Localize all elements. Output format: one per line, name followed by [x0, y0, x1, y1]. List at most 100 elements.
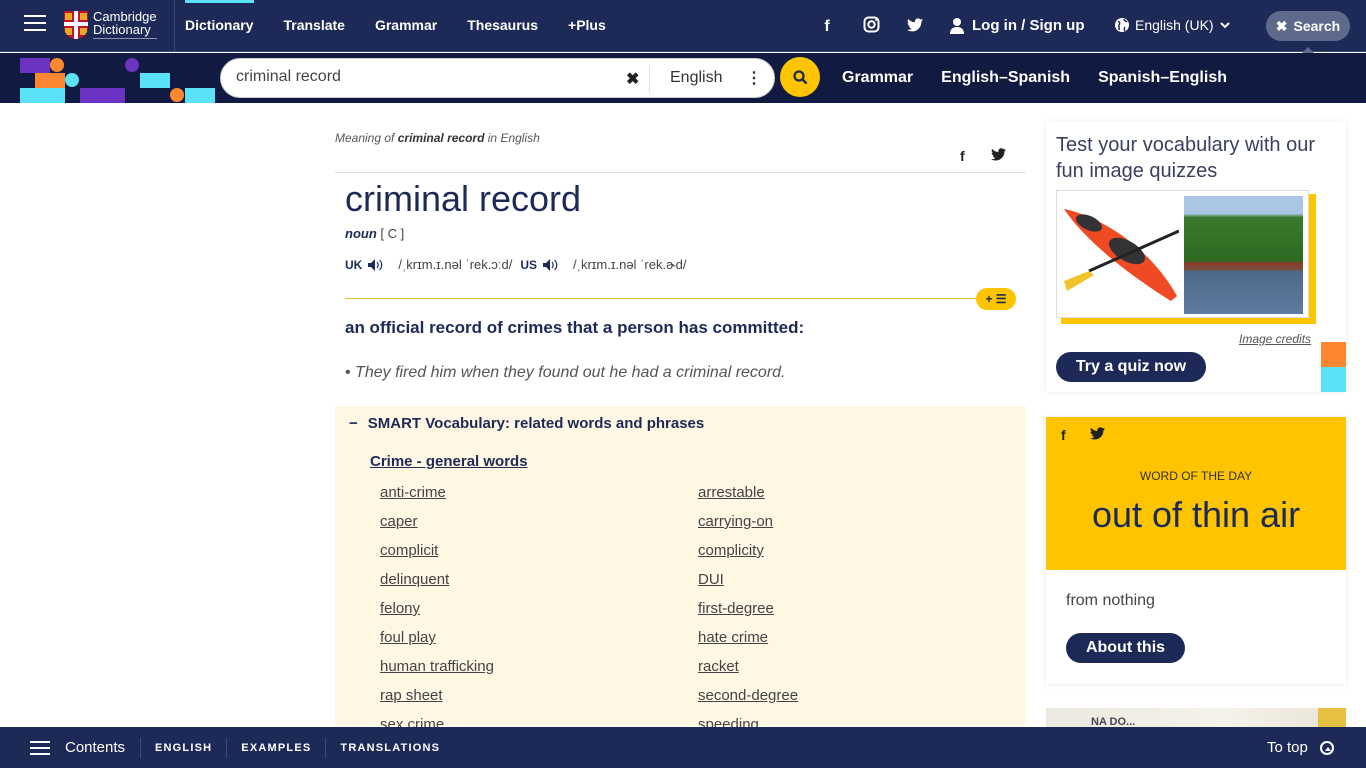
- nav-translate[interactable]: Translate: [283, 17, 344, 33]
- wotd-share-links: f: [1061, 427, 1105, 443]
- section-english[interactable]: ENGLISH: [140, 737, 226, 758]
- related-word-link[interactable]: human trafficking: [380, 658, 698, 677]
- related-word-link[interactable]: DUI: [698, 571, 1016, 590]
- more-options-icon[interactable]: ⋮: [746, 68, 762, 88]
- search-button[interactable]: [780, 57, 820, 97]
- decorative-square: [1321, 342, 1346, 367]
- dictionary-select[interactable]: English: [670, 69, 722, 87]
- search-box: ✖ English ⋮: [220, 58, 775, 98]
- nav-plus[interactable]: +Plus: [568, 17, 606, 33]
- divider: [649, 65, 650, 93]
- pos-label: noun: [345, 226, 377, 241]
- meaning-prefix: Meaning of: [335, 131, 395, 145]
- login-link[interactable]: Log in / Sign up: [950, 17, 1084, 34]
- meaning-suffix: in English: [487, 131, 540, 145]
- related-word-link[interactable]: arrestable: [698, 484, 1016, 503]
- smart-vocabulary-panel: − SMART Vocabulary: related words and ph…: [335, 406, 1026, 733]
- twitter-icon[interactable]: [990, 148, 1006, 164]
- twitter-icon[interactable]: [1089, 427, 1105, 443]
- nav-dictionary[interactable]: Dictionary: [185, 17, 253, 33]
- subnav-grammar[interactable]: Grammar: [842, 69, 913, 87]
- uk-ipa: /ˌkrɪm.ɪ.nəl ˈrek.ɔːd/: [398, 257, 513, 272]
- quiz-card: Test your vocabulary with our fun image …: [1046, 122, 1346, 392]
- twitter-icon[interactable]: [906, 17, 924, 37]
- related-word-link[interactable]: complicity: [698, 542, 1016, 561]
- subnav-english-spanish[interactable]: English–Spanish: [941, 69, 1070, 87]
- nav-thesaurus[interactable]: Thesaurus: [467, 17, 538, 33]
- wotd-definition: from nothing: [1066, 592, 1155, 609]
- instagram-icon[interactable]: [862, 16, 880, 38]
- contents-button[interactable]: Contents: [30, 739, 125, 756]
- nav-grammar[interactable]: Grammar: [375, 17, 437, 33]
- uk-audio-icon[interactable]: [368, 258, 384, 271]
- bullet: •: [345, 364, 356, 381]
- grammar-code: [ C ]: [380, 226, 405, 241]
- definition: an official record of crimes that a pers…: [345, 318, 805, 337]
- us-audio-icon[interactable]: [543, 258, 559, 271]
- image-credits-link[interactable]: Image credits: [1239, 332, 1311, 346]
- smart-vocabulary-header[interactable]: − SMART Vocabulary: related words and ph…: [349, 415, 704, 432]
- social-links: f: [818, 16, 924, 38]
- chevron-down-icon: [1219, 21, 1230, 28]
- meaning-caption: Meaning of criminal record in English: [335, 131, 540, 145]
- main-nav: Dictionary Translate Grammar Thesaurus +…: [185, 17, 606, 33]
- to-top-button[interactable]: To top: [1267, 739, 1334, 756]
- login-label: Log in / Sign up: [972, 17, 1085, 34]
- related-word-link[interactable]: foul play: [380, 629, 698, 648]
- clear-search-icon[interactable]: ✖: [626, 69, 639, 89]
- globe-icon: [1115, 18, 1129, 32]
- user-icon: [950, 17, 964, 34]
- related-word-link[interactable]: anti-crime: [380, 484, 698, 503]
- promo-image[interactable]: NA DO...: [1046, 708, 1346, 728]
- related-word-link[interactable]: delinquent: [380, 571, 698, 590]
- collapse-icon[interactable]: −: [349, 415, 358, 432]
- search-toggle-button[interactable]: ✖ Search: [1266, 11, 1350, 53]
- contents-label: Contents: [65, 739, 126, 756]
- related-word-link[interactable]: hate crime: [698, 629, 1016, 648]
- language-selector[interactable]: English (UK): [1115, 17, 1230, 33]
- search-bar-region: ✖ English ⋮ Grammar English–Spanish Span…: [0, 53, 1366, 103]
- part-of-speech: noun [ C ]: [345, 226, 404, 241]
- related-word-link[interactable]: second-degree: [698, 687, 1016, 706]
- wotd-word[interactable]: out of thin air: [1046, 494, 1346, 536]
- crest-icon: [64, 10, 88, 39]
- related-word-link[interactable]: racket: [698, 658, 1016, 677]
- decorative-square: [1321, 367, 1346, 392]
- language-label: English (UK): [1135, 17, 1214, 33]
- pronunciations: UK /ˌkrɪm.ɪ.nəl ˈrek.ɔːd/ US /ˌkrɪm.ɪ.nə…: [345, 257, 687, 272]
- related-word-link[interactable]: caper: [380, 513, 698, 532]
- about-this-button[interactable]: About this: [1066, 633, 1185, 663]
- headword: criminal record: [345, 178, 582, 219]
- section-translations[interactable]: TRANSLATIONS: [325, 737, 454, 758]
- facebook-icon[interactable]: f: [1061, 427, 1066, 443]
- related-word-link[interactable]: carrying-on: [698, 513, 1016, 532]
- close-icon: ✖: [1275, 17, 1288, 34]
- us-ipa: /ˌkrɪm.ɪ.nəl ˈrek.ɚd/: [573, 257, 687, 272]
- uk-label: UK: [345, 257, 363, 272]
- try-quiz-button[interactable]: Try a quiz now: [1056, 352, 1206, 382]
- top-navigation-bar: Cambridge Dictionary Dictionary Translat…: [0, 0, 1366, 53]
- facebook-icon[interactable]: f: [960, 148, 965, 164]
- brand-line-2: Dictionary: [93, 23, 157, 39]
- related-word-link[interactable]: felony: [380, 600, 698, 619]
- related-word-link[interactable]: first-degree: [698, 600, 1016, 619]
- word-of-the-day-banner[interactable]: f WORD OF THE DAY out of thin air: [1046, 417, 1346, 570]
- cambridge-logo[interactable]: Cambridge Dictionary: [64, 10, 157, 39]
- related-words-list: anti-crime arrestable caper carrying-on comp…: [380, 484, 1016, 735]
- subnav-spanish-english[interactable]: Spanish–English: [1098, 69, 1227, 87]
- menu-icon: [30, 740, 50, 755]
- share-links: f: [960, 148, 1006, 164]
- smart-vocabulary-title: SMART Vocabulary: related words and phra…: [367, 415, 705, 432]
- quiz-image[interactable]: [1056, 190, 1309, 318]
- word-of-the-day-card: f WORD OF THE DAY out of thin air from n…: [1046, 417, 1346, 684]
- related-word-link[interactable]: rap sheet: [380, 687, 698, 706]
- search-input[interactable]: [236, 68, 616, 86]
- search-icon: [792, 69, 807, 84]
- divider: [335, 172, 1026, 173]
- facebook-icon[interactable]: f: [818, 18, 836, 36]
- add-to-word-list-button[interactable]: + ☰: [976, 288, 1016, 310]
- section-examples[interactable]: EXAMPLES: [226, 737, 325, 758]
- related-word-link[interactable]: complicit: [380, 542, 698, 561]
- smart-category-link[interactable]: Crime - general words: [370, 453, 528, 470]
- menu-icon[interactable]: [24, 15, 46, 33]
